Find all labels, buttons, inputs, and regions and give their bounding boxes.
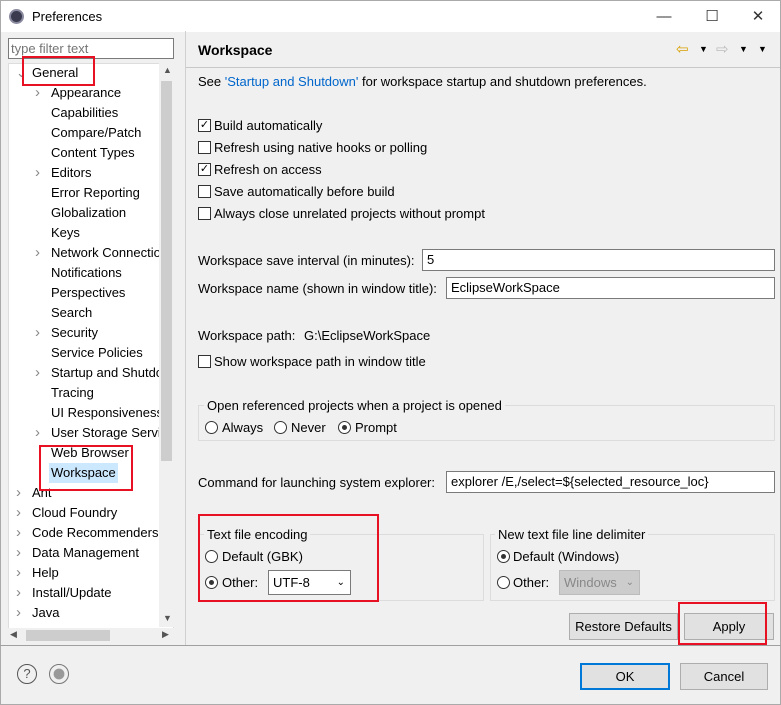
show-path-checkbox[interactable]	[198, 355, 211, 368]
delimiter-default-radio[interactable]	[497, 550, 510, 563]
workspace-path-value: G:\EclipseWorkSpace	[304, 328, 431, 343]
checkbox-label: Refresh using native hooks or polling	[214, 140, 428, 155]
chevron-right-icon[interactable]: ›	[16, 543, 21, 563]
open-ref-radio-prompt[interactable]	[338, 421, 351, 434]
minimize-button[interactable]: —	[641, 1, 687, 32]
scroll-thumb[interactable]	[161, 81, 172, 461]
open-ref-label: Never	[291, 420, 326, 435]
chevron-right-icon[interactable]: ›	[35, 83, 40, 103]
title-bar: Preferences — ☐ ✕	[1, 1, 780, 32]
highlight-encoding	[198, 514, 379, 602]
ok-button[interactable]: OK	[580, 663, 670, 690]
tree-item[interactable]: Perspectives	[49, 283, 127, 303]
tree-item[interactable]: Security	[49, 323, 100, 343]
highlight-general	[22, 56, 95, 86]
startup-shutdown-link[interactable]: 'Startup and Shutdown'	[225, 74, 359, 89]
open-ref-radio-always[interactable]	[205, 421, 218, 434]
scroll-thumb[interactable]	[26, 630, 110, 641]
chevron-right-icon[interactable]: ›	[16, 583, 21, 603]
tree-item[interactable]: Editors	[49, 163, 93, 183]
tree-item[interactable]: Appearance	[49, 83, 123, 103]
tree-horizontal-scrollbar[interactable]: ◀ ▶	[8, 628, 174, 643]
show-path-label: Show workspace path in window title	[214, 354, 426, 369]
tree-item[interactable]: User Storage Service	[49, 423, 159, 443]
chevron-down-icon: ⌄	[625, 577, 634, 588]
tree-item[interactable]: Capabilities	[49, 103, 120, 123]
delimiter-other-radio[interactable]	[497, 576, 510, 589]
tree-item[interactable]: Content Types	[49, 143, 137, 163]
delimiter-other-label: Other:	[513, 575, 550, 590]
restore-defaults-button[interactable]: Restore Defaults	[569, 613, 678, 640]
command-label: Command for launching system explorer:	[198, 475, 435, 490]
eclipse-gear-icon	[9, 9, 24, 24]
startup-info: See 'Startup and Shutdown' for workspace…	[198, 74, 647, 89]
chevron-right-icon[interactable]: ›	[35, 323, 40, 343]
help-icon[interactable]: ?	[17, 664, 37, 684]
chevron-right-icon[interactable]: ›	[35, 243, 40, 263]
close-button[interactable]: ✕	[735, 1, 781, 32]
checkbox[interactable]: ✓	[198, 119, 211, 132]
chevron-right-icon[interactable]: ›	[16, 503, 21, 523]
chevron-right-icon[interactable]: ›	[35, 423, 40, 443]
open-ref-radio-never[interactable]	[274, 421, 287, 434]
back-arrow-icon[interactable]: ⇦	[676, 40, 689, 58]
tree-item[interactable]: Search	[49, 303, 94, 323]
tree-item[interactable]: Code Recommenders	[30, 523, 159, 543]
tree-item[interactable]: Notifications	[49, 263, 124, 283]
save-interval-input[interactable]: 5	[422, 249, 775, 271]
workspace-path-label: Workspace path:	[198, 328, 296, 343]
tree-item[interactable]: Data Management	[30, 543, 141, 563]
tree-item[interactable]: Compare/Patch	[49, 123, 143, 143]
chevron-right-icon[interactable]: ›	[16, 483, 21, 503]
tree-item[interactable]: Help	[30, 563, 61, 583]
workspace-name-input[interactable]: EclipseWorkSpace	[446, 277, 775, 299]
checkbox[interactable]	[198, 141, 211, 154]
checkbox[interactable]	[198, 185, 211, 198]
open-referenced-title: Open referenced projects when a project …	[204, 398, 505, 414]
checkbox[interactable]	[198, 207, 211, 220]
tree-item[interactable]: Globalization	[49, 203, 128, 223]
view-menu-icon[interactable]: ▼	[758, 44, 767, 54]
tree-vertical-scrollbar[interactable]: ▲ ▼	[159, 63, 174, 627]
delimiter-default-label: Default (Windows)	[513, 549, 620, 564]
checkbox-label: Build automatically	[214, 118, 323, 133]
tree-item[interactable]: Java	[30, 603, 61, 623]
open-ref-label: Prompt	[355, 420, 397, 435]
tree-item[interactable]: Keys	[49, 223, 82, 243]
tree-item[interactable]: Service Policies	[49, 343, 145, 363]
forward-dropdown-icon[interactable]: ▼	[739, 44, 748, 54]
tree-item[interactable]: Network Connections	[49, 243, 159, 263]
tree-item[interactable]: Tracing	[49, 383, 96, 403]
tree-item[interactable]: Install/Update	[30, 583, 114, 603]
checkbox-label: Always close unrelated projects without …	[214, 206, 485, 221]
cancel-button[interactable]: Cancel	[680, 663, 768, 690]
tree-item[interactable]: Startup and Shutdown	[49, 363, 159, 383]
delimiter-select: Windows ⌄	[559, 570, 640, 595]
tree-item[interactable]: Cloud Foundry	[30, 503, 119, 523]
import-export-icon[interactable]	[49, 664, 69, 684]
checkbox[interactable]: ✓	[198, 163, 211, 176]
tree-item[interactable]: UI Responsiveness	[49, 403, 159, 423]
chevron-right-icon[interactable]: ›	[16, 523, 21, 543]
checkbox-label: Save automatically before build	[214, 184, 395, 199]
highlight-apply	[678, 602, 767, 645]
maximize-button[interactable]: ☐	[689, 1, 735, 32]
save-interval-label: Workspace save interval (in minutes):	[198, 253, 415, 268]
command-input[interactable]: explorer /E,/select=${selected_resource_…	[446, 471, 775, 493]
open-ref-label: Always	[222, 420, 264, 435]
tree-item[interactable]: Error Reporting	[49, 183, 142, 203]
window-title: Preferences	[32, 9, 103, 24]
page-title: Workspace	[198, 42, 273, 58]
back-dropdown-icon[interactable]: ▼	[699, 44, 708, 54]
highlight-workspace	[39, 445, 133, 491]
workspace-name-label: Workspace name (shown in window title):	[198, 281, 437, 296]
chevron-right-icon[interactable]: ›	[35, 363, 40, 383]
chevron-right-icon[interactable]: ›	[16, 563, 21, 583]
forward-arrow-icon[interactable]: ⇨	[716, 40, 729, 58]
chevron-right-icon[interactable]: ›	[16, 603, 21, 623]
chevron-right-icon[interactable]: ›	[35, 163, 40, 183]
delimiter-title: New text file line delimiter	[495, 527, 649, 543]
checkbox-label: Refresh on access	[214, 162, 322, 177]
